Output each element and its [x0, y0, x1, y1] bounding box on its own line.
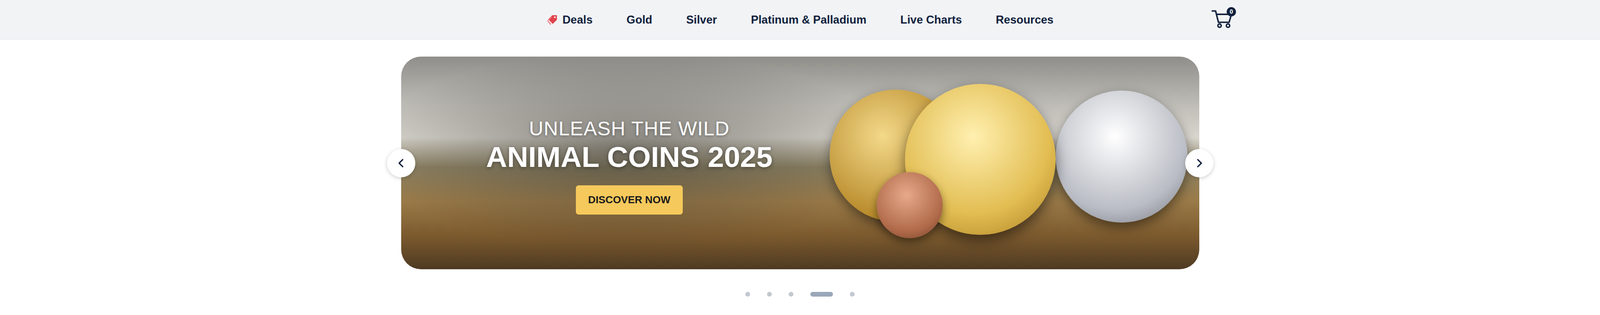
chevron-left-icon	[395, 156, 408, 170]
cart-button[interactable]: 0	[1209, 8, 1236, 32]
nav-link[interactable]: Deals	[546, 13, 593, 27]
nav-link[interactable]: Gold	[626, 13, 653, 27]
carousel: UNLEASH THE WILD ANIMAL COINS 2025 DISCO…	[0, 39, 1600, 297]
banner-title: ANIMAL COINS 2025	[485, 139, 773, 175]
banner-kicker: UNLEASH THE WILD	[529, 117, 730, 140]
prev-slide-button[interactable]	[387, 148, 416, 178]
carousel-dot[interactable]	[745, 291, 751, 297]
page: Deals Gold Silver Platinum & Palladium L…	[0, 0, 1600, 315]
nav-links: Deals Gold Silver Platinum & Palladium L…	[390, 13, 1210, 27]
nav-link[interactable]: Live Charts	[900, 13, 962, 27]
coins-picture	[857, 56, 1200, 269]
hero-banner: UNLEASH THE WILD ANIMAL COINS 2025 DISCO…	[401, 56, 1200, 269]
nav-link[interactable]: Silver	[686, 13, 717, 27]
nav-link[interactable]: Platinum & Palladium	[751, 13, 867, 27]
carousel-dots	[0, 291, 1600, 297]
carousel-dot[interactable]	[849, 291, 855, 297]
tag-icon	[546, 13, 559, 26]
nav-link[interactable]: Resources	[995, 13, 1054, 27]
cart-count-badge: 0	[1226, 7, 1237, 17]
carousel-dot[interactable]	[810, 291, 833, 297]
banner-copy: UNLEASH THE WILD ANIMAL COINS 2025 DISCO…	[401, 56, 858, 269]
discover-button[interactable]: DISCOVER NOW	[575, 185, 683, 215]
chevron-right-icon	[1193, 156, 1206, 170]
next-slide-button[interactable]	[1185, 148, 1214, 178]
carousel-dot[interactable]	[767, 291, 772, 297]
carousel-dot[interactable]	[788, 291, 794, 297]
top-nav: Deals Gold Silver Platinum & Palladium L…	[0, 0, 1600, 40]
